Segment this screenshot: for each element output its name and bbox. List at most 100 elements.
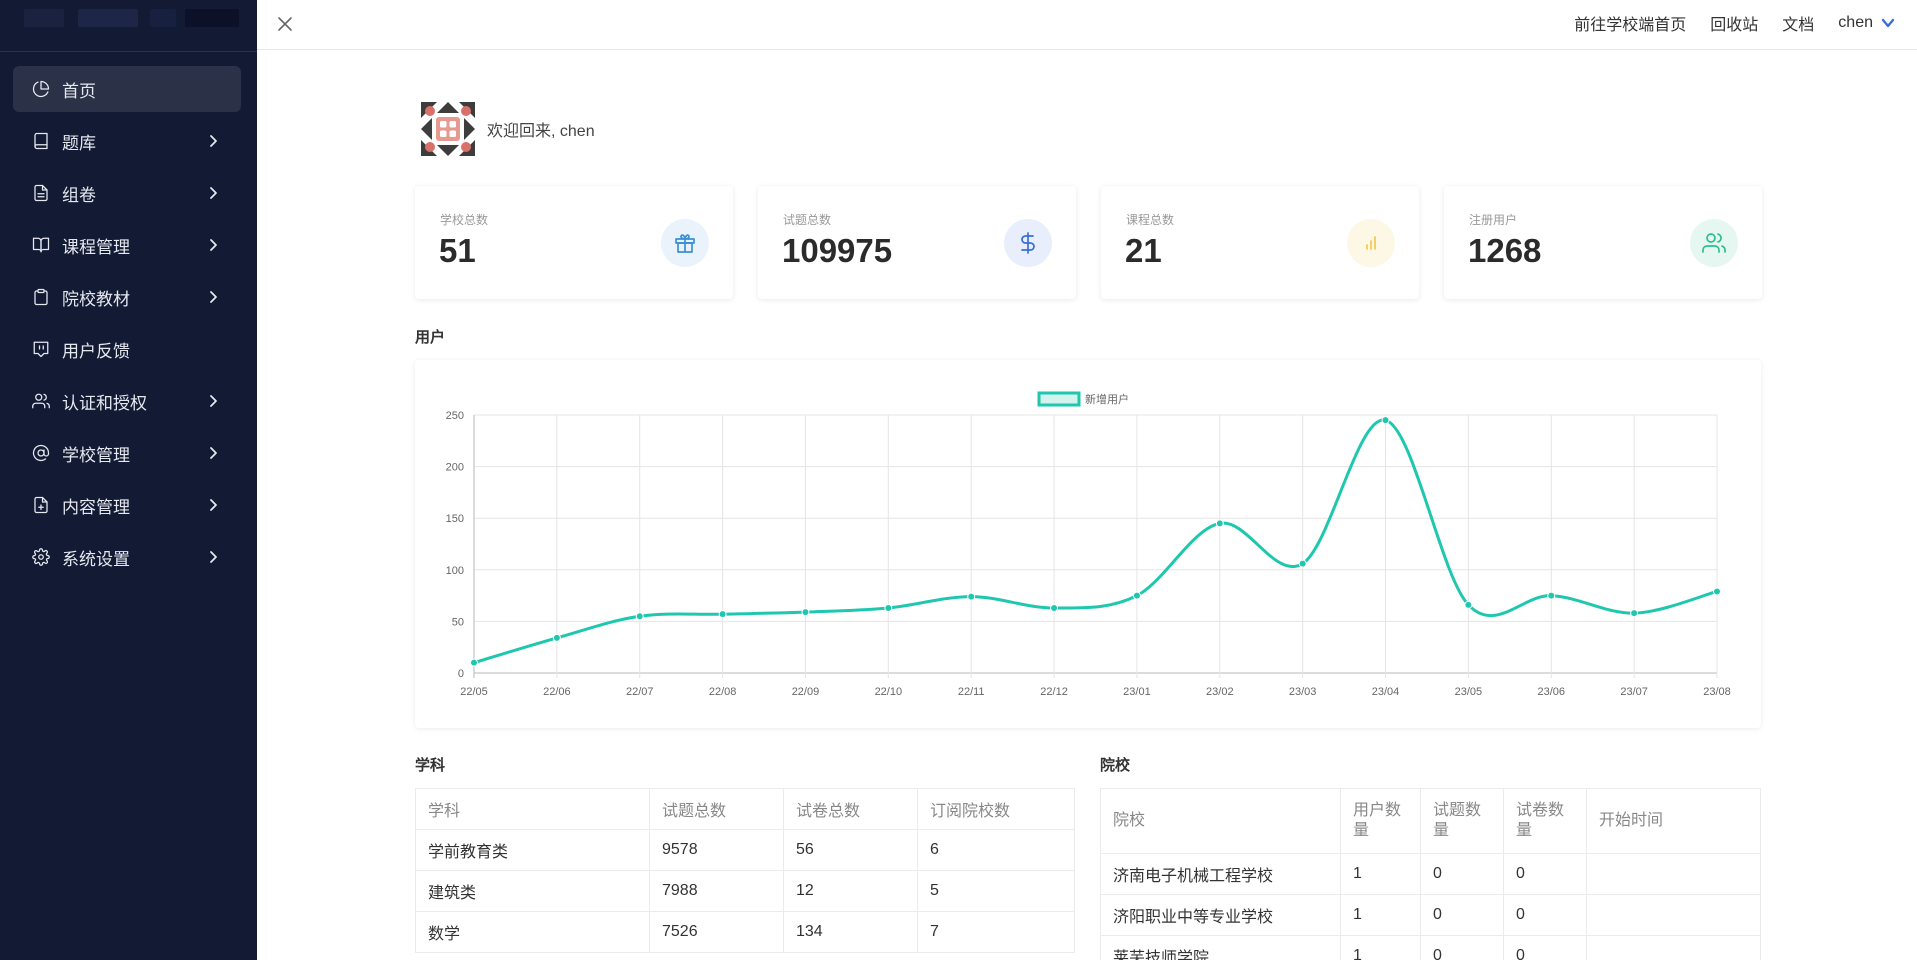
cell: 0 <box>1420 853 1504 895</box>
avatar <box>421 102 475 156</box>
goto-school-home-link[interactable]: 前往学校端首页 <box>1574 11 1686 35</box>
col-header[interactable]: 试题数 量 <box>1420 788 1504 854</box>
cell: 7988 <box>649 870 784 912</box>
stat-label: 学校总数 <box>440 213 489 227</box>
users-icon <box>1690 219 1738 267</box>
data-point <box>1215 519 1224 528</box>
x-tick-label: 22/10 <box>875 686 903 698</box>
table-row[interactable]: 数学 7526 134 7 <box>415 911 1075 953</box>
cell: 9578 <box>649 829 784 871</box>
at-sign-icon <box>32 444 50 462</box>
sidebar-item-4[interactable]: 院校教材 <box>13 274 241 320</box>
line-chart: 0 50 100 150 200 250 22/05 22/06 22/07 22/08 22/09… <box>446 391 1731 698</box>
stat-label: 试题总数 <box>783 213 832 227</box>
col-header[interactable]: 试题总数 <box>649 788 784 830</box>
user-menu[interactable]: chen <box>1838 14 1895 32</box>
recycle-bin-link[interactable]: 回收站 <box>1710 11 1758 35</box>
sidebar-item-label: 内容管理 <box>62 497 130 517</box>
chevron-right-icon <box>205 497 221 513</box>
cell: 1 <box>1340 935 1421 960</box>
col-header[interactable]: 用户数 量 <box>1340 788 1421 854</box>
cell: 学前教育类 <box>415 829 650 871</box>
x-tick-label: 23/04 <box>1372 686 1400 698</box>
data-point <box>635 612 644 621</box>
cell <box>1586 853 1761 895</box>
col-header[interactable]: 开始时间 <box>1586 788 1761 854</box>
stat-value: 1268 <box>1468 232 1542 269</box>
stat-label: 注册用户 <box>1469 213 1518 227</box>
data-point <box>1132 591 1141 600</box>
sidebar-item-8[interactable]: 内容管理 <box>13 482 241 528</box>
table-header-row: 院校 用户数 量 试题数 量 试卷数 量 开始时间 <box>1100 788 1761 854</box>
bar-chart-icon <box>1347 219 1395 267</box>
chevron-right-icon <box>205 237 221 253</box>
data-point <box>1547 591 1556 600</box>
table-row[interactable]: 建筑类 7988 12 5 <box>415 870 1075 912</box>
y-tick-label: 50 <box>452 616 464 628</box>
data-point <box>552 633 561 642</box>
col-header[interactable]: 学科 <box>415 788 650 830</box>
col-header[interactable]: 院校 <box>1100 788 1341 854</box>
docs-link[interactable]: 文档 <box>1782 11 1814 35</box>
data-point <box>1050 603 1059 612</box>
sidebar-item-label: 组卷 <box>62 185 96 205</box>
col-header[interactable]: 订阅院校数 <box>917 788 1075 830</box>
cell: 0 <box>1503 894 1587 936</box>
sidebar-item-5[interactable]: 用户反馈 <box>13 326 241 372</box>
table-row[interactable]: 济南电子机械工程学校 1 0 0 <box>1100 853 1761 895</box>
col-header[interactable]: 试卷数 量 <box>1503 788 1587 854</box>
top-bar: 前往学校端首页 回收站 文档 chen <box>257 0 1917 50</box>
data-point <box>1630 609 1639 618</box>
file-plus-icon <box>32 496 50 514</box>
sidebar-item-7[interactable]: 学校管理 <box>13 430 241 476</box>
close-icon[interactable] <box>275 14 295 34</box>
school-table: 院校 用户数 量 试题数 量 试卷数 量 开始时间 济南电子机械工程学校 1 0… <box>1100 788 1761 960</box>
legend-label: 新增用户 <box>1085 392 1129 406</box>
table-row[interactable]: 莱芜技师学院 1 0 0 <box>1100 935 1761 960</box>
book-icon <box>32 132 50 150</box>
sidebar-item-label: 认证和授权 <box>62 393 147 413</box>
data-point <box>1381 416 1390 425</box>
pie-chart-icon <box>32 80 50 98</box>
logo-image-part <box>185 9 239 27</box>
logo-area <box>0 0 257 52</box>
gift-icon <box>661 219 709 267</box>
sidebar-item-label: 课程管理 <box>62 237 130 257</box>
data-point <box>470 658 478 667</box>
logo-image-part <box>78 9 138 27</box>
cell: 56 <box>783 829 918 871</box>
users-chart: 0 50 100 150 200 250 22/05 22/06 22/07 22/08 22/09… <box>415 360 1761 728</box>
sidebar-item-label: 首页 <box>62 81 96 101</box>
cell: 1 <box>1340 853 1421 895</box>
y-tick-label: 100 <box>446 565 464 577</box>
sidebar-item-6[interactable]: 认证和授权 <box>13 378 241 424</box>
legend-swatch <box>1037 391 1081 407</box>
sidebar-item-2[interactable]: 组卷 <box>13 170 241 216</box>
data-point <box>801 608 810 617</box>
x-tick-label: 22/07 <box>626 686 654 698</box>
welcome-text: 欢迎回来, chen <box>487 123 595 140</box>
y-tick-label: 0 <box>458 668 464 680</box>
x-tick-label: 22/11 <box>958 686 985 698</box>
stat-card-questions: 试题总数 109975 <box>758 186 1076 299</box>
cell <box>1586 935 1761 960</box>
col-header[interactable]: 试卷总数 <box>783 788 918 830</box>
sidebar-item-label: 用户反馈 <box>62 341 130 361</box>
data-point <box>884 603 893 612</box>
x-tick-label: 22/09 <box>792 686 820 698</box>
section-title-subjects: 学科 <box>415 757 446 774</box>
users-icon <box>32 392 50 410</box>
cell: 数学 <box>415 911 650 953</box>
settings-icon <box>32 548 50 566</box>
y-tick-label: 150 <box>446 513 464 525</box>
sidebar-item-0[interactable]: 首页 <box>13 66 241 112</box>
x-tick-label: 22/12 <box>1040 686 1068 698</box>
cell: 济南电子机械工程学校 <box>1100 853 1341 895</box>
sidebar-item-1[interactable]: 题库 <box>13 118 241 164</box>
sidebar-item-3[interactable]: 课程管理 <box>13 222 241 268</box>
table-row[interactable]: 学前教育类 9578 56 6 <box>415 829 1075 871</box>
x-tick-label: 23/02 <box>1206 686 1234 698</box>
sidebar-item-9[interactable]: 系统设置 <box>13 534 241 580</box>
sidebar: 首页题库组卷课程管理院校教材用户反馈认证和授权学校管理内容管理系统设置 <box>0 0 257 960</box>
table-row[interactable]: 济阳职业中等专业学校 1 0 0 <box>1100 894 1761 936</box>
